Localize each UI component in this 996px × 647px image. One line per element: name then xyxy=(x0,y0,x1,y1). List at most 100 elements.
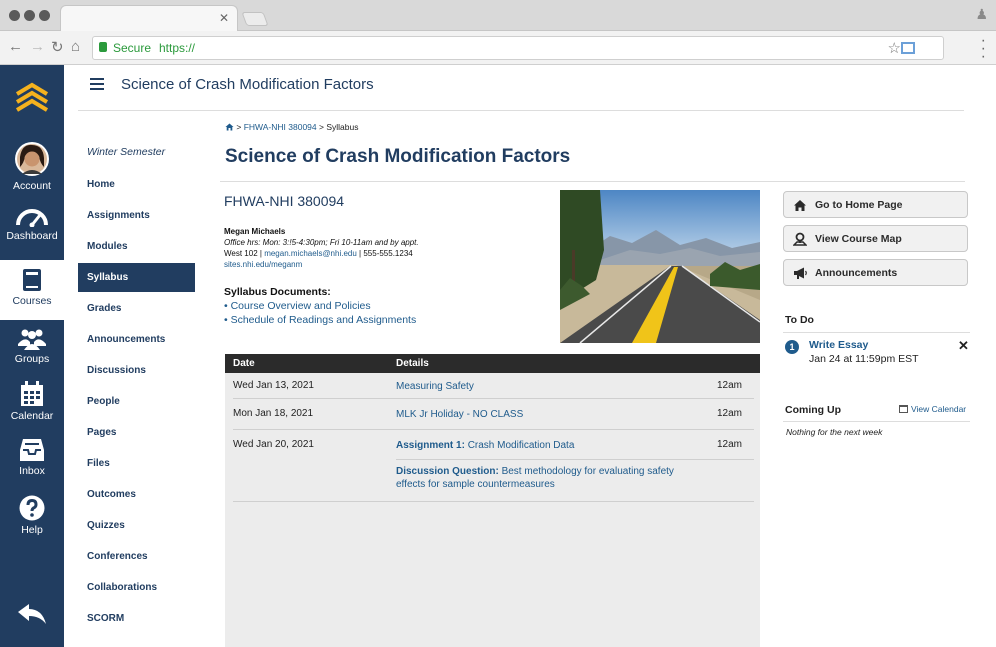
office-room: West 102 xyxy=(224,249,258,258)
assignment-link[interactable]: Assignment 1: Crash Modification Data xyxy=(396,439,574,452)
home-icon xyxy=(794,200,806,211)
schedule-item-link[interactable]: Measuring Safety xyxy=(396,380,474,393)
course-nav-conferences[interactable]: Conferences xyxy=(78,542,195,571)
todo-heading: To Do xyxy=(785,314,814,326)
collapse-nav-icon[interactable] xyxy=(17,603,47,630)
course-nav-modules[interactable]: Modules xyxy=(78,232,195,261)
instructor-email-link[interactable]: megan.michaels@nhi.edu xyxy=(264,249,357,258)
coming-up-heading: Coming Up xyxy=(785,404,841,416)
browser-menu-icon[interactable]: · · · xyxy=(981,33,986,65)
calendar-icon xyxy=(899,405,908,413)
breadcrumb-course-link[interactable]: FHWA-NHI 380094 xyxy=(244,122,317,132)
browser-tab-bar: ✕ ♟ xyxy=(0,0,996,32)
global-nav: Account Dashboard Courses Groups Calenda… xyxy=(0,65,64,647)
course-menu-toggle-icon[interactable] xyxy=(90,78,104,93)
header-divider xyxy=(78,110,964,111)
browser-toolbar: ← → ↻ ⌂ Secure https:// ☆ · · · xyxy=(0,31,996,65)
table-row: Mon Jan 18, 2021 MLK Jr Holiday - NO CLA… xyxy=(233,399,754,430)
course-nav-files[interactable]: Files xyxy=(78,449,195,478)
view-course-map-button[interactable]: View Course Map xyxy=(783,225,968,252)
term-label: Winter Semester xyxy=(87,146,166,158)
browser-user-icon[interactable]: ♟ xyxy=(975,6,988,23)
course-nav-announcements[interactable]: Announcements xyxy=(78,325,195,354)
calendar-icon xyxy=(21,381,43,406)
url-text[interactable]: https:// xyxy=(159,41,195,55)
course-code: FHWA-NHI 380094 xyxy=(224,193,345,209)
gnav-inbox[interactable]: Inbox xyxy=(0,438,64,488)
logo-icon[interactable] xyxy=(15,82,49,119)
gnav-calendar[interactable]: Calendar xyxy=(0,381,64,431)
gnav-courses[interactable]: Courses xyxy=(0,260,64,320)
schedule-table: Date Details Wed Jan 13, 2021 Measuring … xyxy=(225,354,760,647)
tab-close-icon[interactable]: ✕ xyxy=(219,11,229,25)
breadcrumb-current: Syllabus xyxy=(326,122,359,132)
bookmark-star-icon[interactable]: ☆ xyxy=(888,39,901,57)
schedule-readings-link[interactable]: Schedule of Readings and Assignments xyxy=(231,314,417,326)
syllabus-doc-item: • Course Overview and Policies xyxy=(224,300,371,312)
dismiss-todo-icon[interactable]: ✕ xyxy=(958,338,969,354)
speedometer-icon xyxy=(16,209,48,227)
gnav-groups[interactable]: Groups xyxy=(0,328,64,376)
course-nav-assignments[interactable]: Assignments xyxy=(78,201,195,230)
back-icon[interactable]: ← xyxy=(8,38,23,55)
course-nav-people[interactable]: People xyxy=(78,387,195,416)
breadcrumb-separator: > xyxy=(319,122,324,132)
forward-icon[interactable]: → xyxy=(30,38,45,55)
todo-divider xyxy=(783,332,970,333)
table-row: Wed Jan 20, 2021 Assignment 1: Crash Mod… xyxy=(233,439,742,452)
window-maximize-button[interactable] xyxy=(39,10,50,21)
schedule-item-link[interactable]: MLK Jr Holiday - NO CLASS xyxy=(396,408,523,421)
course-nav-quizzes[interactable]: Quizzes xyxy=(78,511,195,540)
instructor-name: Megan Michaels xyxy=(224,227,286,236)
breadcrumb: > FHWA-NHI 380094 > Syllabus xyxy=(225,122,358,132)
address-bar[interactable]: Secure https:// ☆ xyxy=(92,36,944,60)
course-nav-home[interactable]: Home xyxy=(78,170,195,199)
group-icon xyxy=(18,329,46,350)
breadcrumb-separator: > xyxy=(236,122,242,132)
new-tab-button[interactable] xyxy=(241,12,269,26)
map-pin-icon xyxy=(793,232,807,246)
page-title: Science of Crash Modification Factors xyxy=(225,146,571,167)
todo-item-link[interactable]: Write Essay xyxy=(809,339,868,351)
inbox-icon xyxy=(20,439,44,461)
book-icon xyxy=(23,269,41,291)
browser-tab[interactable]: ✕ xyxy=(60,5,238,32)
announcements-button[interactable]: Announcements xyxy=(783,259,968,286)
course-nav-pages[interactable]: Pages xyxy=(78,418,195,447)
course-nav-scorm[interactable]: SCORM xyxy=(78,604,195,633)
title-divider xyxy=(220,181,965,182)
gnav-help[interactable]: Help xyxy=(0,495,64,545)
reload-icon[interactable]: ↻ xyxy=(51,38,64,56)
office-hours: Office hrs: Mon: 3:!5-4:30pm; Fri 10-11a… xyxy=(224,238,419,247)
help-icon xyxy=(19,495,45,521)
gnav-dashboard[interactable]: Dashboard xyxy=(0,205,64,253)
course-nav-outcomes[interactable]: Outcomes xyxy=(78,480,195,509)
instructor-website-link[interactable]: sites.nhi.edu/meganm xyxy=(224,260,302,269)
instructor-info: Megan Michaels Office hrs: Mon: 3:!5-4:3… xyxy=(224,227,419,269)
table-row: Discussion Question: Best methodology fo… xyxy=(233,460,754,502)
view-calendar-link[interactable]: View Calendar xyxy=(899,404,966,414)
schedule-header: Date Details xyxy=(225,354,760,373)
course-nav-discussions[interactable]: Discussions xyxy=(78,356,195,385)
discussion-link[interactable]: Discussion Question: Best methodology fo… xyxy=(396,465,686,491)
avatar xyxy=(15,142,49,176)
course-nav-syllabus[interactable]: Syllabus xyxy=(78,263,195,292)
instructor-phone: 555-555.1234 xyxy=(363,249,413,258)
course-nav-collaborations[interactable]: Collaborations xyxy=(78,573,195,602)
course-nav-grades[interactable]: Grades xyxy=(78,294,195,323)
home-breadcrumb-icon[interactable] xyxy=(225,123,234,131)
go-to-home-page-button[interactable]: Go to Home Page xyxy=(783,191,968,218)
window-close-button[interactable] xyxy=(9,10,20,21)
lock-icon xyxy=(99,42,107,52)
course-overview-link[interactable]: Course Overview and Policies xyxy=(231,300,371,312)
window-minimize-button[interactable] xyxy=(24,10,35,21)
megaphone-icon xyxy=(794,267,807,279)
todo-count-badge: 1 xyxy=(785,340,799,354)
todo-due-date: Jan 24 at 11:59pm EST xyxy=(809,353,919,365)
table-row: Wed Jan 13, 2021 Measuring Safety 12am xyxy=(233,373,754,399)
gnav-account[interactable]: Account xyxy=(0,141,64,197)
details-column-header: Details xyxy=(396,358,429,369)
course-banner-image xyxy=(560,190,760,343)
extension-icon[interactable] xyxy=(901,42,915,54)
home-icon[interactable]: ⌂ xyxy=(71,38,80,55)
